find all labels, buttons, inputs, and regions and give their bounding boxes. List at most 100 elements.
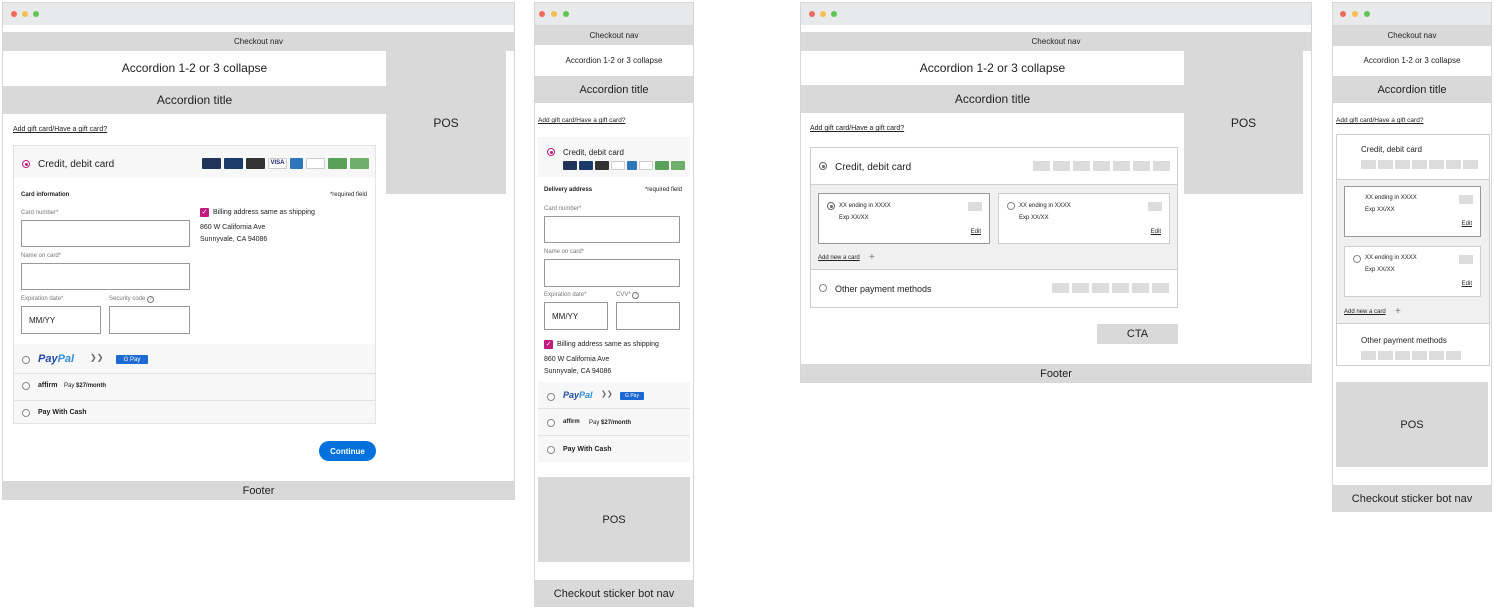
method-logo-placeholder: [1395, 351, 1410, 360]
cash-radio[interactable]: [22, 409, 30, 417]
credit-debit-radio[interactable]: [547, 148, 555, 156]
payment-methods-panel: Credit, debit card VISA Card information…: [13, 145, 376, 424]
card-logo: [350, 158, 369, 169]
close-dot[interactable]: [11, 11, 17, 17]
edit-link[interactable]: Edit: [1462, 221, 1472, 227]
gift-card-link[interactable]: Add gift card/Have a gift card?: [1336, 117, 1423, 124]
maximize-dot[interactable]: [1364, 11, 1370, 17]
plus-icon[interactable]: +: [1395, 306, 1401, 317]
minimize-dot[interactable]: [551, 11, 557, 17]
visa-logo: VISA: [268, 158, 287, 169]
credit-debit-radio[interactable]: [22, 160, 30, 168]
method-logo-placeholder: [1112, 283, 1129, 293]
plus-icon[interactable]: +: [869, 252, 875, 263]
card-number-input[interactable]: [21, 220, 190, 247]
address-line2: Sunnyvale, CA 94086: [200, 236, 268, 243]
edit-link[interactable]: Edit: [1151, 229, 1161, 235]
saved-card-label: XX ending in XXXX: [1019, 203, 1071, 209]
accordion-title[interactable]: Accordion title: [3, 86, 386, 114]
card-number-input[interactable]: [544, 216, 680, 243]
close-dot[interactable]: [809, 11, 815, 17]
name-on-card-input[interactable]: [21, 263, 190, 290]
help-icon[interactable]: ?: [147, 296, 155, 303]
affirm-radio[interactable]: [547, 419, 555, 427]
expiration-input[interactable]: MM/YY: [21, 306, 101, 334]
name-on-card-input[interactable]: [544, 259, 680, 287]
credit-debit-label: Credit, debit card: [38, 159, 115, 170]
credit-debit-label: Credit, debit card: [563, 148, 624, 157]
close-dot[interactable]: [539, 11, 545, 17]
cash-radio[interactable]: [547, 446, 555, 454]
card-logo-placeholder: [1463, 160, 1478, 169]
maximize-dot[interactable]: [33, 11, 39, 17]
credit-debit-label: Credit, debit card: [1361, 145, 1422, 154]
saved-card-radio[interactable]: [1007, 202, 1015, 210]
method-logo-placeholder: [1052, 283, 1069, 293]
accordion-title[interactable]: Accordion title: [801, 85, 1184, 113]
edit-link[interactable]: Edit: [1462, 281, 1472, 287]
paypal-pay: Pay: [563, 390, 580, 400]
edit-link[interactable]: Edit: [971, 229, 981, 235]
gift-card-link[interactable]: Add gift card/Have a gift card?: [810, 125, 904, 132]
amex-logo: [290, 158, 303, 169]
window-chrome: [1333, 3, 1491, 25]
maximize-dot[interactable]: [831, 11, 837, 17]
saved-card-tile[interactable]: XX ending in XXXX Exp XX/XX Edit: [1344, 246, 1481, 297]
accordion-title[interactable]: Accordion title: [1333, 76, 1491, 103]
mastercard-logo: [595, 161, 609, 170]
affirm-amount: $27/month: [76, 383, 107, 389]
gift-card-link[interactable]: Add gift card/Have a gift card?: [13, 126, 107, 133]
security-code-input[interactable]: [109, 306, 190, 334]
paypal-radio[interactable]: [547, 393, 555, 401]
paypal-radio[interactable]: [22, 356, 30, 364]
card-logo-placeholder: [1073, 161, 1090, 171]
cvv-label: CVV* ?: [616, 292, 640, 299]
accordion-collapse-label: Accordion 1-2 or 3 collapse: [919, 61, 1066, 75]
address-line1: 860 W California Ave: [544, 356, 610, 363]
minimize-dot[interactable]: [1352, 11, 1358, 17]
saved-card-radio[interactable]: [1353, 255, 1361, 263]
add-new-card-link[interactable]: Add new a card: [1344, 309, 1386, 315]
maximize-dot[interactable]: [563, 11, 569, 17]
accordion-title[interactable]: Accordion title: [535, 76, 693, 103]
saved-card-label: XX ending in XXXX: [839, 203, 891, 209]
card-logo-placeholder: [1153, 161, 1170, 171]
divider: [538, 408, 690, 409]
checkout-sticker-bot-nav: Checkout sticker bot nav: [535, 580, 693, 607]
footer: Footer: [3, 481, 514, 500]
address-line2: Sunnyvale, CA 94086: [544, 368, 612, 375]
affirm-radio[interactable]: [22, 382, 30, 390]
billing-checkbox[interactable]: ✓: [200, 208, 209, 217]
minimize-dot[interactable]: [22, 11, 28, 17]
billing-checkbox[interactable]: ✓: [544, 340, 553, 349]
continue-button[interactable]: Continue: [319, 441, 376, 461]
card-form: Delivery address *required field Card nu…: [538, 177, 690, 382]
cta-button[interactable]: CTA: [1097, 324, 1178, 344]
saved-card-radio[interactable]: [827, 202, 835, 210]
payment-methods-panel: Credit, debit card XX ending in XXXX Exp…: [1336, 134, 1490, 366]
saved-cards-area: XX ending in XXXX Exp XX/XX Edit XX endi…: [1337, 179, 1489, 324]
saved-card-tile[interactable]: XX ending in XXXX Exp XX/XX Edit: [998, 193, 1170, 244]
expiration-input[interactable]: MM/YY: [544, 302, 608, 330]
checkout-nav: Checkout nav: [3, 32, 514, 51]
saved-card-tile[interactable]: XX ending in XXXX Exp XX/XX Edit: [818, 193, 990, 244]
minimize-dot[interactable]: [820, 11, 826, 17]
delivery-address-heading: Delivery address: [544, 187, 593, 193]
desktop-checkout-window: Checkout nav Accordion 1-2 or 3 collapse…: [2, 2, 515, 500]
method-logo-placeholder: [1378, 351, 1393, 360]
cvv-text: CVV*: [616, 292, 631, 298]
credit-debit-radio[interactable]: [819, 162, 827, 170]
discover-logo: [306, 158, 325, 169]
card-logo-placeholder: [1412, 160, 1427, 169]
help-icon[interactable]: ?: [632, 292, 640, 299]
saved-card-tile[interactable]: XX ending in XXXX Exp XX/XX Edit: [1344, 186, 1481, 237]
paypal-logo: PayPal: [563, 390, 593, 400]
cvv-input[interactable]: [616, 302, 680, 330]
pos-panel: POS: [1336, 382, 1488, 467]
gift-card-link[interactable]: Add gift card/Have a gift card?: [538, 117, 625, 124]
name-on-card-label: Name on card*: [21, 253, 62, 259]
close-dot[interactable]: [1340, 11, 1346, 17]
add-new-card-link[interactable]: Add new a card: [818, 255, 860, 261]
pay-with-cash-label: Pay With Cash: [38, 409, 87, 416]
other-methods-radio[interactable]: [819, 284, 827, 292]
